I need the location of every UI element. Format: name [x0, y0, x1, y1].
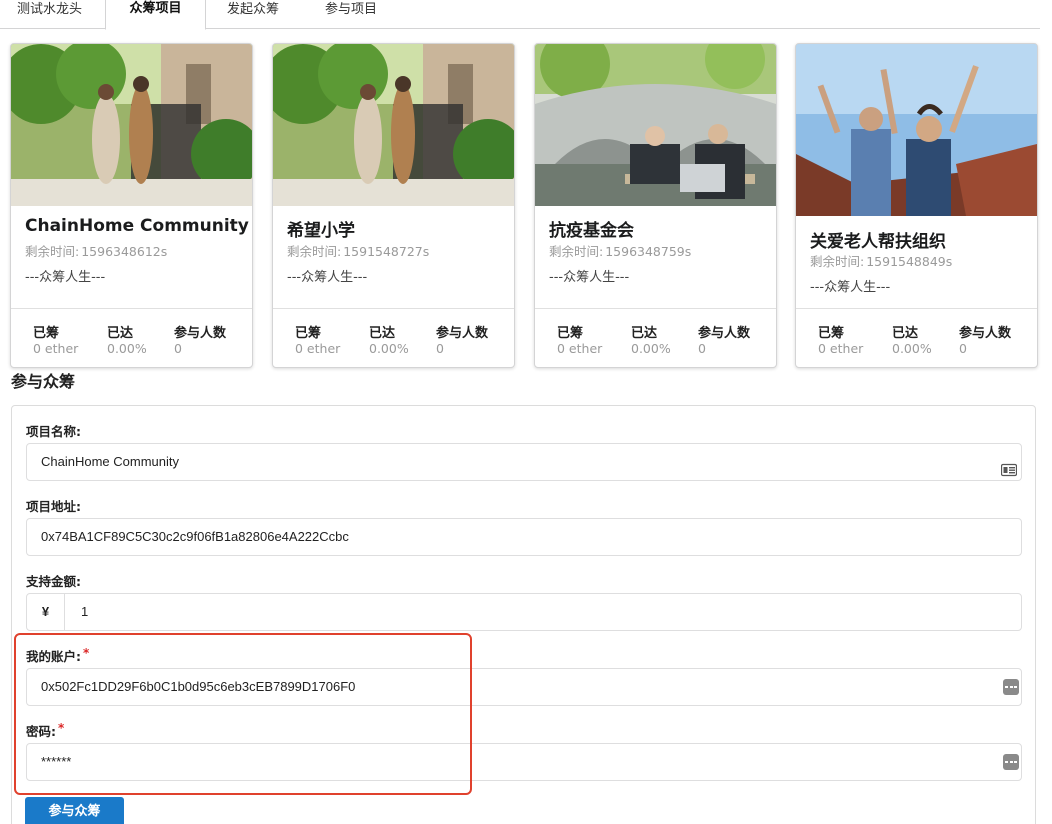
divider — [273, 308, 514, 309]
more-icon[interactable] — [1003, 679, 1019, 695]
project-name-value: ChainHome Community — [41, 454, 179, 469]
project-description: ---众筹人生--- — [287, 270, 368, 285]
project-name-label: 项目名称: — [26, 424, 81, 439]
project-description: ---众筹人生--- — [25, 270, 106, 285]
highlight-box — [14, 633, 472, 795]
divider — [796, 308, 1037, 309]
amount-label: 支持金额: — [26, 574, 81, 589]
stat-progress: 已达 0.00% — [892, 326, 932, 356]
stat-raised: 已筹 0 ether — [33, 326, 79, 356]
currency-prefix: ¥ — [27, 594, 65, 630]
tab-create[interactable]: 发起众筹 — [227, 0, 279, 29]
project-card[interactable]: 希望小学 剩余时间: 1591548727s ---众筹人生--- 已筹 0 eth… — [272, 43, 515, 368]
tab-bar: 测试水龙头 众筹项目 发起众筹 参与项目 — [0, 0, 1040, 30]
amount-field[interactable]: ¥ 1 — [26, 593, 1022, 631]
remaining-time: 剩余时间: 1591548727s — [287, 244, 430, 259]
section-title: 参与众筹 — [11, 372, 76, 391]
project-title[interactable]: 抗疫基金会 — [549, 216, 634, 241]
stat-progress: 已达 0.00% — [631, 326, 671, 356]
project-image — [535, 44, 776, 206]
project-card[interactable]: 抗疫基金会 剩余时间: 1596348759s ---众筹人生--- 已筹 0 et… — [534, 43, 777, 368]
project-title[interactable]: 关爱老人帮扶组织 — [810, 227, 946, 252]
project-description: ---众筹人生--- — [549, 270, 630, 285]
remaining-time: 剩余时间: 1596348759s — [549, 244, 692, 259]
tab-joined[interactable]: 参与项目 — [325, 0, 377, 29]
stat-progress: 已达 0.00% — [369, 326, 409, 356]
tab-faucet[interactable]: 测试水龙头 — [17, 0, 82, 29]
stat-participants: 参与人数 0 — [698, 326, 751, 356]
more-icon[interactable] — [1003, 754, 1019, 770]
project-title[interactable]: ChainHome Community — [25, 216, 249, 236]
stat-participants: 参与人数 0 — [174, 326, 227, 356]
project-address-field[interactable]: 0x74BA1CF89C5C30c2c9f06fB1a82806e4A222Cc… — [26, 518, 1022, 556]
project-name-field[interactable]: ChainHome Community — [26, 443, 1022, 481]
project-address-label: 项目地址: — [26, 499, 81, 514]
project-image — [273, 44, 514, 206]
amount-value: 1 — [81, 604, 89, 619]
project-card[interactable]: ChainHome Community 剩余时间: 1596348612s ---… — [10, 43, 253, 368]
stat-participants: 参与人数 0 — [436, 326, 489, 356]
project-description: ---众筹人生--- — [810, 280, 891, 295]
stat-progress: 已达 0.00% — [107, 326, 147, 356]
stat-raised: 已筹 0 ether — [818, 326, 864, 356]
stat-participants: 参与人数 0 — [959, 326, 1012, 356]
remaining-time: 剩余时间: 1596348612s — [25, 244, 168, 259]
divider — [535, 308, 776, 309]
project-image — [796, 44, 1037, 216]
project-card[interactable]: 关爱老人帮扶组织 剩余时间: 1591548849s ---众筹人生--- 已筹 0… — [795, 43, 1038, 368]
project-address-value: 0x74BA1CF89C5C30c2c9f06fB1a82806e4A222Cc… — [41, 529, 349, 544]
divider — [11, 308, 252, 309]
remaining-time: 剩余时间: 1591548849s — [810, 254, 953, 269]
stat-raised: 已筹 0 ether — [295, 326, 341, 356]
contribute-button[interactable]: 参与众筹 — [25, 797, 124, 824]
stat-raised: 已筹 0 ether — [557, 326, 603, 356]
id-card-icon — [1000, 455, 1018, 477]
tab-projects[interactable]: 众筹项目 — [105, 0, 206, 30]
project-image — [11, 44, 252, 206]
project-title[interactable]: 希望小学 — [287, 216, 355, 241]
